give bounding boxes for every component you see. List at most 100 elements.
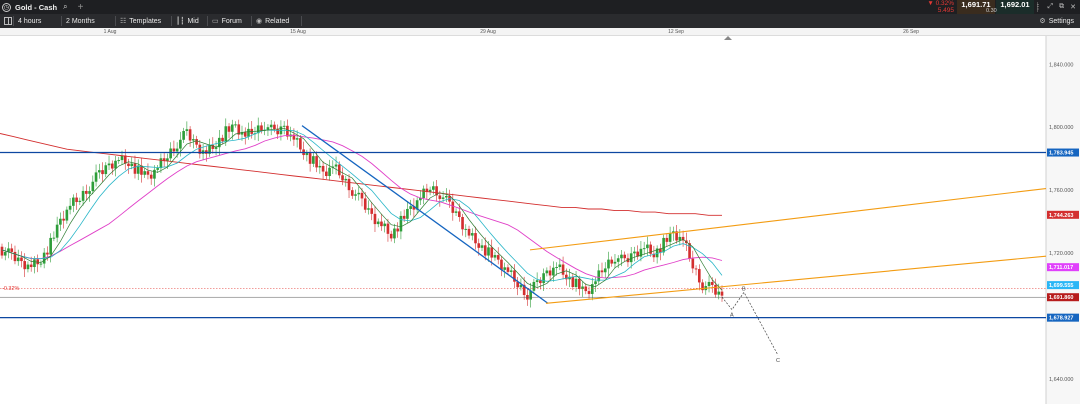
candle-up: [16, 257, 20, 262]
candle-down: [243, 132, 247, 137]
candle-down: [23, 261, 27, 270]
candle-up: [376, 221, 380, 225]
layout-button[interactable]: [0, 14, 14, 28]
interval-dropdown[interactable]: 4 hours: [14, 14, 62, 28]
candle-down: [483, 245, 487, 256]
candle-up: [558, 264, 562, 268]
candle-up: [409, 206, 412, 209]
buy-button[interactable]: 1,692.01: [996, 0, 1034, 14]
date-label: 12 Sep: [668, 29, 684, 35]
candle-down: [490, 247, 494, 258]
candle-up: [143, 171, 147, 175]
candle-down: [325, 171, 328, 177]
candle-down: [461, 217, 464, 230]
candle-up: [422, 188, 425, 198]
candle-up: [603, 268, 607, 273]
price-tick-label: 1,640.000: [1049, 377, 1073, 383]
window-controls: ⋮ ⤢ ⧉ ✕: [1035, 0, 1076, 14]
candle-up: [185, 129, 189, 131]
candle-up: [175, 148, 179, 152]
price-axis: [1046, 36, 1080, 404]
candle-down: [172, 148, 176, 152]
candle-down: [610, 259, 614, 264]
price-tag-label: 1,678.927: [1049, 316, 1073, 322]
candle-up: [33, 259, 36, 268]
candle-down: [286, 125, 289, 137]
candle-down: [623, 254, 627, 259]
candle-down: [347, 178, 351, 191]
candle-down: [315, 156, 318, 168]
price-change: ▼ 0.32% 5.495: [918, 0, 956, 14]
range-dropdown[interactable]: 2 Months: [62, 14, 116, 28]
candle-up: [613, 261, 617, 264]
date-label: 1 Aug: [103, 29, 117, 35]
popout-icon[interactable]: ⧉: [1059, 3, 1064, 11]
templates-label: Templates: [129, 17, 162, 25]
candle-up: [464, 228, 468, 230]
candle-down: [714, 284, 717, 295]
close-icon[interactable]: ✕: [1070, 3, 1076, 11]
candle-down: [373, 213, 377, 225]
clock-icon[interactable]: ◷: [2, 2, 11, 12]
candle-up: [234, 124, 237, 126]
price-chart[interactable]: 1,840.000 1,800.000 1,760.000 1,720.000 1,64…: [0, 36, 1080, 404]
candle-down: [474, 233, 477, 244]
candle-down: [577, 278, 581, 290]
candle-up: [104, 165, 108, 175]
candle-down: [697, 269, 701, 283]
wave-label-a: A: [730, 313, 734, 319]
templates-button[interactable]: ☷ Templates: [116, 14, 172, 28]
title-bar: ◷ Gold - Cash ⌕ + ▼ 0.32% 5.495 1,691.71…: [0, 0, 1080, 14]
candle-down: [571, 276, 575, 287]
forum-button[interactable]: ▭ Forum: [208, 14, 252, 28]
candle-up: [78, 200, 82, 203]
related-button[interactable]: ◉ Related: [252, 14, 302, 28]
candle-down: [149, 174, 153, 179]
candle-up: [354, 194, 357, 196]
candle-up: [88, 191, 91, 194]
plus-icon[interactable]: +: [78, 2, 84, 13]
candle-down: [20, 257, 23, 262]
settings-button[interactable]: ⚙ Settings: [1039, 14, 1074, 28]
candle-up: [269, 124, 273, 128]
candle-up: [594, 281, 597, 285]
candle-up: [717, 291, 721, 295]
ma-slow-line: [0, 133, 722, 216]
candle-down: [127, 163, 130, 167]
candle-down: [386, 223, 390, 234]
candle-up: [81, 190, 85, 201]
search-icon[interactable]: ⌕: [63, 2, 67, 12]
candle-up: [552, 267, 555, 276]
candle-up: [367, 208, 370, 210]
candle-down: [691, 258, 695, 269]
candle-up: [97, 170, 101, 173]
candle-up: [156, 168, 159, 170]
chart-window: ◷ Gold - Cash ⌕ + ▼ 0.32% 5.495 1,691.71…: [0, 0, 1080, 404]
price-tick-label: 1,720.000: [1049, 251, 1073, 257]
wave-label-c: C: [776, 358, 780, 364]
candle-up: [72, 197, 75, 206]
candle-down: [506, 267, 510, 272]
candle-up: [26, 264, 30, 270]
instrument-title[interactable]: Gold - Cash: [15, 3, 57, 12]
date-label: 26 Sep: [903, 29, 919, 35]
candle-down: [29, 264, 33, 268]
candle-up: [406, 208, 409, 219]
more-options-icon[interactable]: ⋮: [1035, 3, 1042, 11]
candle-up: [107, 163, 111, 166]
candle-down: [321, 165, 325, 172]
candle-up: [65, 209, 69, 221]
candle-up: [597, 270, 601, 282]
related-label: Related: [265, 17, 290, 25]
candle-down: [337, 164, 341, 176]
mid-button[interactable]: ┃┇ Mid: [172, 14, 208, 28]
candle-up: [52, 237, 56, 239]
expand-icon[interactable]: ⤢: [1048, 3, 1054, 11]
candle-down: [341, 175, 344, 181]
gear-icon: ⚙: [1039, 18, 1046, 25]
candle-up: [542, 273, 545, 284]
price-tag-label: 1,744.263: [1049, 213, 1073, 219]
candle-up: [39, 263, 43, 265]
candle-up: [678, 236, 682, 241]
candle-down: [587, 291, 591, 294]
